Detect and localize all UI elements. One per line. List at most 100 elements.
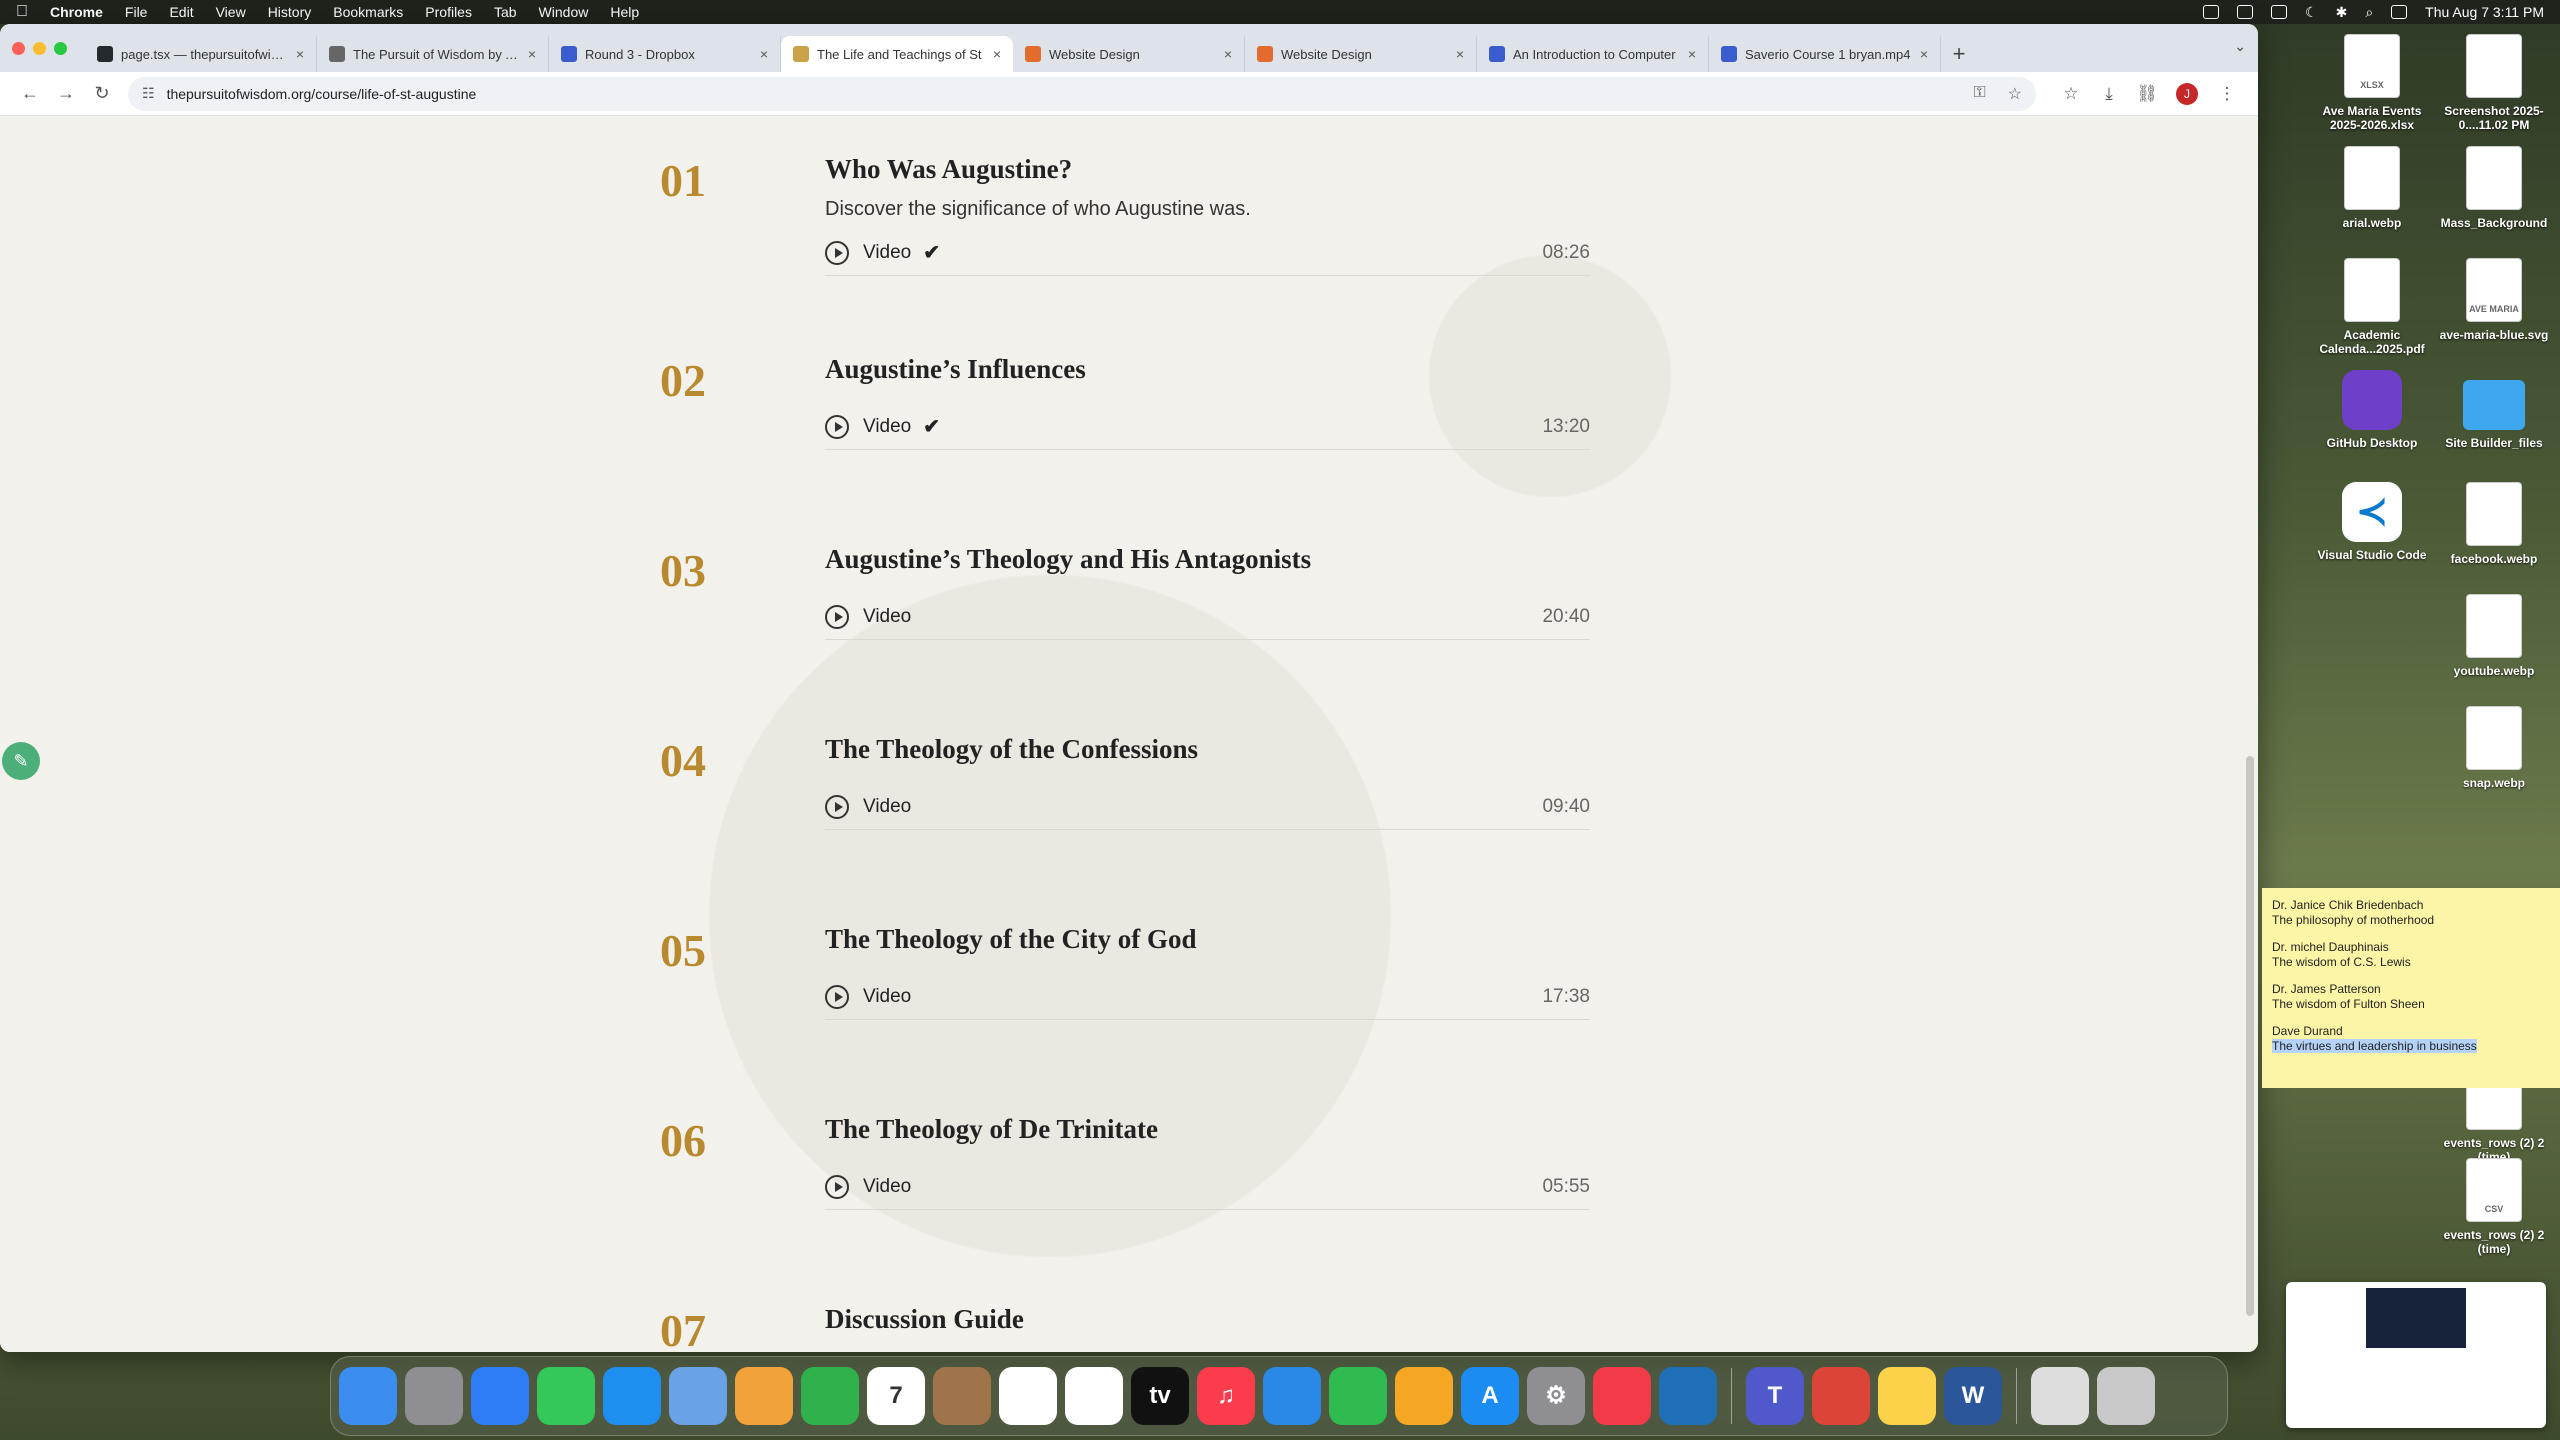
- desktop-icon[interactable]: arial.webp: [2312, 146, 2432, 230]
- desktop-icon[interactable]: Academic Calenda...2025.pdf: [2312, 258, 2432, 356]
- close-tab-icon[interactable]: ×: [1224, 46, 1232, 62]
- close-tab-icon[interactable]: ×: [1456, 46, 1464, 62]
- numbers-icon[interactable]: [1329, 1367, 1387, 1425]
- minimize-window-button[interactable]: [33, 41, 46, 55]
- menu-profiles[interactable]: Profiles: [425, 4, 472, 20]
- tab-3[interactable]: The Life and Teachings of St ×: [781, 36, 1013, 72]
- sticky-note[interactable]: Dr. Janice Chik Briedenbach The philosoph…: [2262, 888, 2560, 1088]
- word-icon[interactable]: W: [1944, 1367, 2002, 1425]
- menu-clock[interactable]: Thu Aug 7 3:11 PM: [2425, 4, 2544, 20]
- menu-file[interactable]: File: [125, 4, 148, 20]
- notes-icon[interactable]: [1878, 1367, 1936, 1425]
- menu-bookmarks[interactable]: Bookmarks: [333, 4, 403, 20]
- pages-icon[interactable]: [1395, 1367, 1453, 1425]
- back-arrow-icon[interactable]: ←: [12, 83, 48, 104]
- lesson-title[interactable]: The Theology of the Confessions: [825, 734, 1198, 765]
- forward-arrow-icon[interactable]: →: [48, 83, 84, 104]
- desktop-icon[interactable]: XLSX Ave Maria Events 2025-2026.xlsx: [2312, 34, 2432, 132]
- tv-icon[interactable]: tv: [1131, 1367, 1189, 1425]
- launchpad-icon[interactable]: [405, 1367, 463, 1425]
- close-tab-icon[interactable]: ×: [528, 46, 536, 62]
- pencil-edit-icon[interactable]: ✎: [2, 742, 40, 780]
- control-center-icon[interactable]: [2391, 5, 2408, 19]
- menu-app-name[interactable]: Chrome: [50, 4, 103, 20]
- menu-help[interactable]: Help: [610, 4, 639, 20]
- play-circle-icon[interactable]: [825, 240, 849, 265]
- system-settings-icon[interactable]: ⚙: [1527, 1367, 1585, 1425]
- lesson-video-row[interactable]: Video 09:40: [825, 784, 1590, 830]
- download-icon[interactable]: ⤓: [2090, 84, 2128, 104]
- news-icon[interactable]: [1593, 1367, 1651, 1425]
- do-not-disturb-icon[interactable]: ☾: [2305, 4, 2318, 21]
- spotlight-icon[interactable]: ⌕: [2365, 4, 2373, 21]
- status-app-icon[interactable]: [2203, 5, 2220, 19]
- tab-1[interactable]: The Pursuit of Wisdom by Ave ×: [317, 36, 549, 72]
- profile-avatar[interactable]: J: [2176, 82, 2198, 105]
- desktop-icon[interactable]: snap.webp: [2434, 706, 2554, 790]
- lesson-video-row[interactable]: Video ✔ 13:20: [825, 404, 1590, 450]
- menu-edit[interactable]: Edit: [169, 4, 193, 20]
- menu-tab[interactable]: Tab: [494, 4, 517, 20]
- menu-window[interactable]: Window: [539, 4, 589, 20]
- status-sync-icon[interactable]: [2237, 5, 2254, 19]
- desktop-icon[interactable]: Mass_Background: [2434, 146, 2554, 230]
- lesson-video-row[interactable]: Video ✔ 08:26: [825, 230, 1590, 276]
- tab-0[interactable]: page.tsx — thepursuitofwisdom ×: [85, 36, 317, 72]
- play-circle-icon[interactable]: [825, 604, 849, 629]
- reminders-icon[interactable]: [999, 1367, 1057, 1425]
- close-tab-icon[interactable]: ×: [760, 46, 768, 62]
- apple-menu-icon[interactable]: : [16, 3, 28, 21]
- desktop-icon[interactable]: ≺ Visual Studio Code: [2312, 482, 2432, 562]
- close-tab-icon[interactable]: ×: [993, 46, 1001, 62]
- kebab-menu-icon[interactable]: ⋮: [2208, 84, 2246, 104]
- screenshot-thumbnail[interactable]: [2286, 1282, 2546, 1428]
- desktop-icon[interactable]: youtube.webp: [2434, 594, 2554, 678]
- tab-search-icon[interactable]: ⌄: [2234, 38, 2246, 55]
- desktop-icon[interactable]: facebook.webp: [2434, 482, 2554, 566]
- close-window-button[interactable]: [12, 41, 25, 55]
- desktop-icon[interactable]: CSV events_rows (2) 2 (time): [2434, 1158, 2554, 1256]
- site-info-icon[interactable]: ☷: [142, 85, 155, 102]
- lesson-title[interactable]: The Theology of De Trinitate: [825, 1114, 1158, 1145]
- lesson-title[interactable]: Augustine’s Influences: [825, 354, 1086, 385]
- menu-view[interactable]: View: [216, 4, 246, 20]
- lesson-video-row[interactable]: Video 17:38: [825, 974, 1590, 1020]
- password-key-icon[interactable]: ⚿: [1973, 84, 1985, 104]
- messages-icon[interactable]: [537, 1367, 595, 1425]
- trash-icon[interactable]: [2097, 1367, 2155, 1425]
- address-bar[interactable]: ☷ thepursuitofwisdom.org/course/life-of-…: [128, 76, 2036, 111]
- close-tab-icon[interactable]: ×: [1688, 46, 1696, 62]
- contacts-icon[interactable]: [933, 1367, 991, 1425]
- lesson-title[interactable]: Augustine’s Theology and His Antagonists: [825, 544, 1311, 575]
- desktop-icon[interactable]: AVE MARIA ave-maria-blue.svg: [2434, 258, 2554, 342]
- calendar-icon[interactable]: 7: [867, 1367, 925, 1425]
- close-tab-icon[interactable]: ×: [1920, 46, 1928, 62]
- lesson-video-row[interactable]: Video 20:40: [825, 594, 1590, 640]
- link-icon[interactable]: ⛓: [2128, 84, 2166, 104]
- keynote-icon[interactable]: [1263, 1367, 1321, 1425]
- mail-icon[interactable]: [603, 1367, 661, 1425]
- downloads-stack-icon[interactable]: [2031, 1367, 2089, 1425]
- tab-5[interactable]: Website Design ×: [1245, 36, 1477, 72]
- lesson-video-row[interactable]: Video 05:55: [825, 1164, 1590, 1210]
- app-store-icon[interactable]: A: [1461, 1367, 1519, 1425]
- photos-icon[interactable]: [735, 1367, 793, 1425]
- bookmarks-icon[interactable]: ☆: [2052, 84, 2090, 104]
- status-cloud-icon[interactable]: [2271, 5, 2288, 19]
- menu-history[interactable]: History: [268, 4, 312, 20]
- vscode-dock-icon[interactable]: [1659, 1367, 1717, 1425]
- tab-7[interactable]: Saverio Course 1 bryan.mp4 ×: [1709, 36, 1941, 72]
- desktop-icon[interactable]: Screenshot 2025-0....11.02 PM: [2434, 34, 2554, 132]
- teams-icon[interactable]: T: [1746, 1367, 1804, 1425]
- facetime-icon[interactable]: [801, 1367, 859, 1425]
- lesson-title[interactable]: The Theology of the City of God: [825, 924, 1197, 955]
- desktop-icon[interactable]: GitHub Desktop: [2312, 370, 2432, 450]
- safari-icon[interactable]: [471, 1367, 529, 1425]
- close-tab-icon[interactable]: ×: [296, 46, 304, 62]
- page-scrollbar[interactable]: [2246, 756, 2254, 1316]
- maps-icon[interactable]: [669, 1367, 727, 1425]
- bluetooth-icon[interactable]: ✱: [2336, 4, 2348, 21]
- new-tab-button[interactable]: +: [1941, 36, 1977, 72]
- lesson-title[interactable]: Discussion Guide: [825, 1304, 1024, 1335]
- reload-icon[interactable]: ↻: [84, 83, 120, 104]
